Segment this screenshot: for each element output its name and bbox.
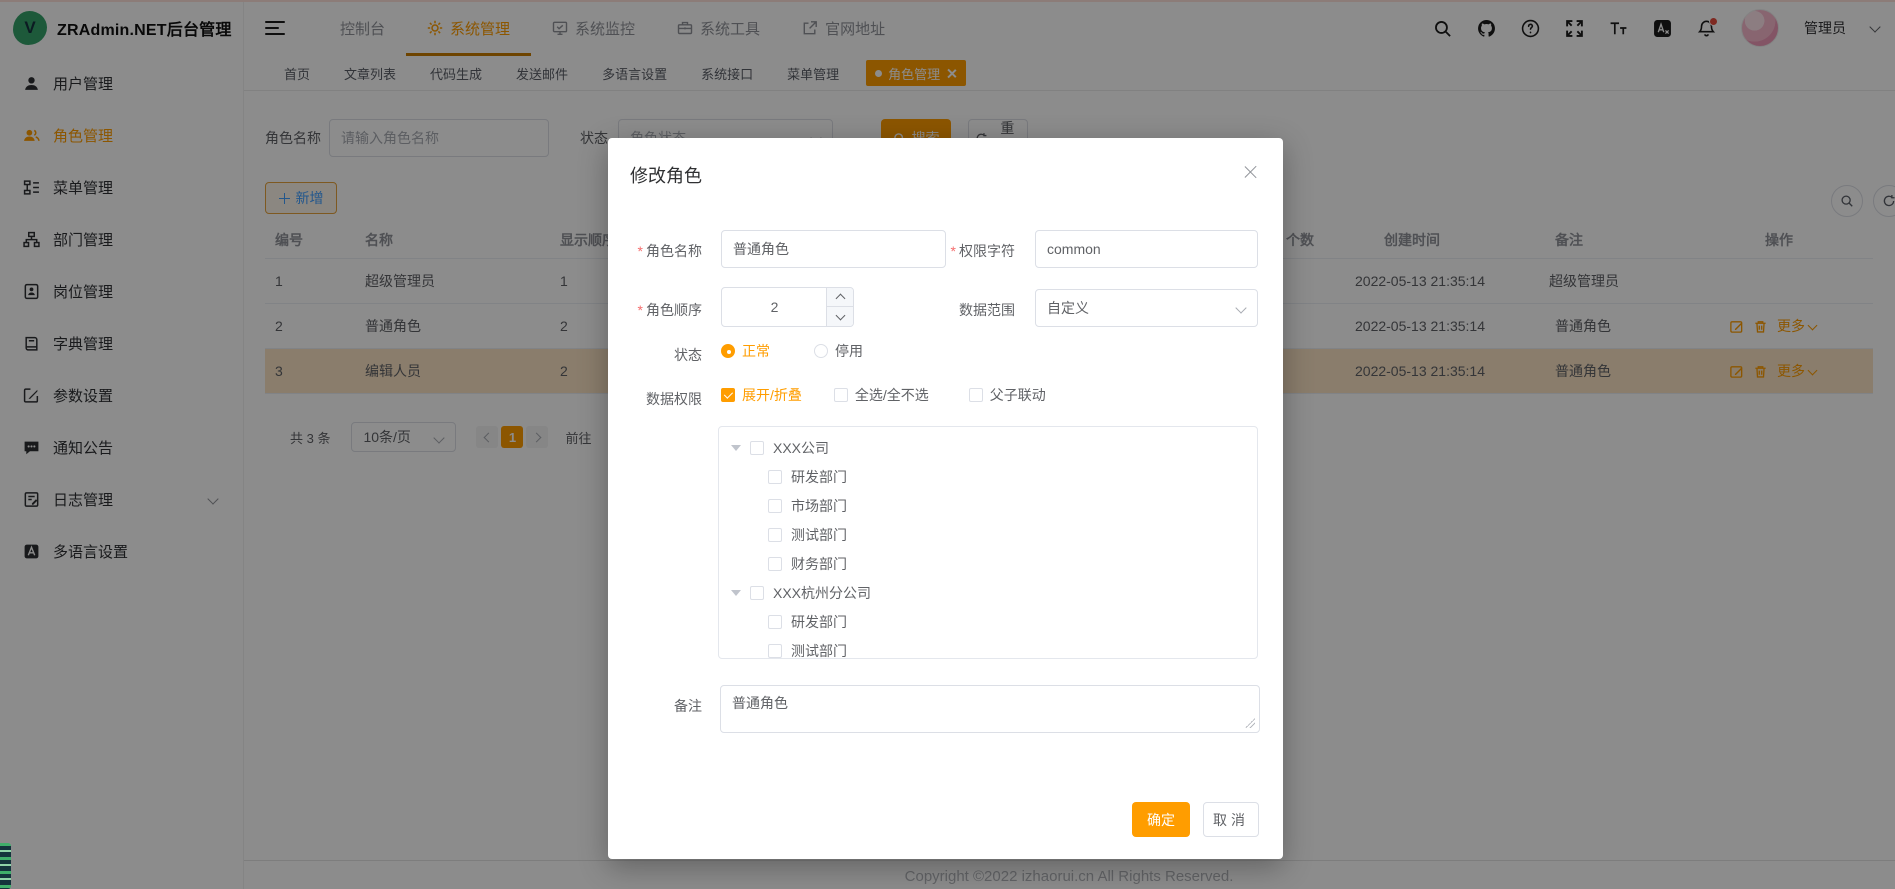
- tree-option-checkboxes: 展开/折叠 全选/全不选 父子联动: [721, 386, 1046, 404]
- remark-textarea[interactable]: 普通角色: [720, 685, 1260, 733]
- status-radio-group: 正常 停用: [721, 342, 863, 360]
- remark-field-label: 备注: [608, 696, 702, 716]
- tree-checkbox[interactable]: [768, 615, 782, 629]
- permission-tree: XXX公司 研发部门 市场部门 测试部门 财务部门 XXX杭州分公司: [718, 426, 1258, 659]
- required-mark: *: [638, 302, 643, 318]
- radio-normal-label[interactable]: 正常: [742, 341, 770, 361]
- cancel-button[interactable]: 取消: [1203, 802, 1259, 837]
- tree-node[interactable]: XXX杭州分公司: [719, 578, 1257, 607]
- confirm-button[interactable]: 确定: [1132, 802, 1190, 837]
- tree-checkbox[interactable]: [750, 441, 764, 455]
- role-key-field-label: *权限字符: [908, 241, 1015, 261]
- tree-node-label: XXX公司: [773, 438, 829, 458]
- radio-disabled-label[interactable]: 停用: [835, 341, 863, 361]
- checkbox-expand-collapse[interactable]: [721, 388, 735, 402]
- data-scope-value: 自定义: [1047, 298, 1089, 318]
- role-name-field-label: *角色名称: [608, 241, 702, 261]
- expand-collapse-label[interactable]: 展开/折叠: [742, 385, 802, 405]
- tree-checkbox[interactable]: [768, 557, 782, 571]
- required-mark: *: [951, 243, 956, 259]
- role-sort-value[interactable]: 2: [722, 288, 827, 326]
- role-sort-stepper: 2: [721, 287, 854, 327]
- increase-button[interactable]: [827, 288, 853, 307]
- radio-normal[interactable]: [721, 344, 735, 358]
- data-scope-label: 数据范围: [908, 300, 1015, 320]
- caret-down-icon[interactable]: [731, 590, 741, 596]
- tree-node-label: 研发部门: [791, 467, 847, 487]
- devtools-widget[interactable]: [0, 843, 11, 889]
- caret-down-icon[interactable]: [731, 445, 741, 451]
- tree-node[interactable]: 研发部门: [719, 607, 1257, 636]
- tree-node[interactable]: 财务部门: [719, 549, 1257, 578]
- stepper-buttons: [826, 288, 853, 326]
- tree-node[interactable]: 测试部门: [719, 520, 1257, 549]
- tree-node[interactable]: 市场部门: [719, 491, 1257, 520]
- app-window: V ZRAdmin.NET后台管理 用户管理 角色管理 菜单管理 部门管理: [0, 0, 1895, 889]
- status-field-label: 状态: [608, 345, 702, 365]
- tree-node[interactable]: 研发部门: [719, 462, 1257, 491]
- tree-checkbox[interactable]: [768, 499, 782, 513]
- role-sort-field-label: *角色顺序: [608, 300, 702, 320]
- tree-checkbox[interactable]: [768, 470, 782, 484]
- data-scope-select[interactable]: 自定义: [1035, 289, 1258, 327]
- decrease-button[interactable]: [827, 307, 853, 326]
- role-key-field[interactable]: [1035, 230, 1258, 268]
- tree-checkbox[interactable]: [768, 644, 782, 658]
- radio-disabled[interactable]: [814, 344, 828, 358]
- tree-node-label: 市场部门: [791, 496, 847, 516]
- tree-node[interactable]: XXX公司: [719, 433, 1257, 462]
- tree-checkbox[interactable]: [750, 586, 764, 600]
- close-icon[interactable]: [1243, 164, 1259, 180]
- tree-node-label: XXX杭州分公司: [773, 583, 871, 603]
- tree-node-label: 测试部门: [791, 641, 847, 660]
- select-all-label[interactable]: 全选/全不选: [855, 385, 929, 405]
- checkbox-select-all[interactable]: [834, 388, 848, 402]
- tree-node-label: 研发部门: [791, 612, 847, 632]
- data-perm-label: 数据权限: [608, 389, 702, 409]
- dialog-title: 修改角色: [630, 162, 702, 188]
- checkbox-parent-child-link[interactable]: [969, 388, 983, 402]
- required-mark: *: [638, 243, 643, 259]
- tree-node[interactable]: 测试部门: [719, 636, 1257, 659]
- tree-checkbox[interactable]: [768, 528, 782, 542]
- tree-node-label: 财务部门: [791, 554, 847, 574]
- parent-child-link-label[interactable]: 父子联动: [990, 385, 1046, 405]
- chevron-down-icon: [1235, 302, 1246, 313]
- tree-node-label: 测试部门: [791, 525, 847, 545]
- edit-role-dialog: 修改角色 *角色名称 *权限字符 *角色顺序 2 数据范围 自定义 状态: [608, 138, 1283, 859]
